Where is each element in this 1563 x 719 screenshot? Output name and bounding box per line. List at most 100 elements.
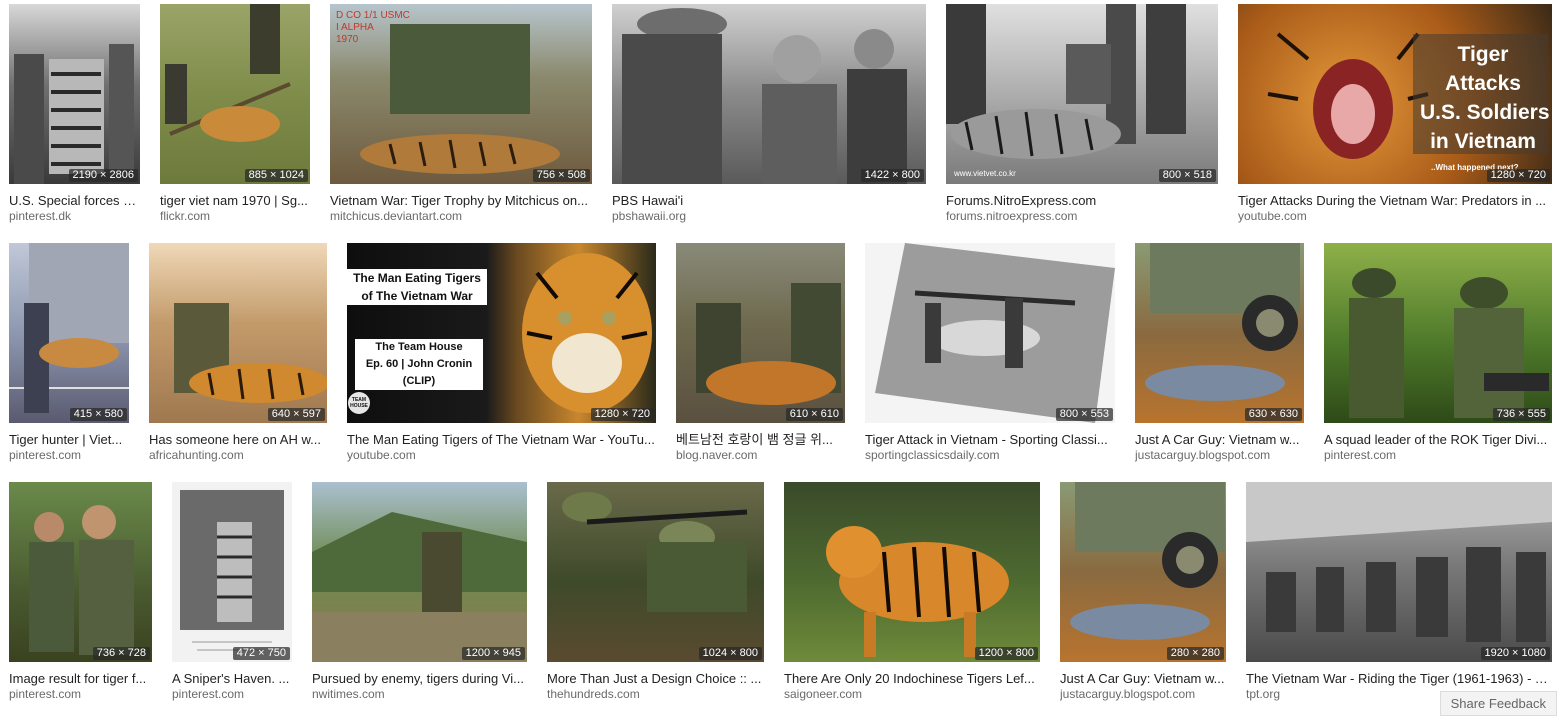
image-dimensions: 640 × 597 — [267, 408, 325, 421]
result-thumbnail[interactable]: 1024 × 800 — [547, 482, 764, 662]
usmc-stamp-text: D CO 1/1 USMC I ALPHA 1970 — [336, 10, 410, 45]
result-source[interactable]: flickr.com — [160, 209, 310, 223]
soldiers-tiger-kneel-image — [696, 283, 841, 405]
man-eating-title: The Man Eating Tigers of The Vietnam War — [347, 269, 487, 305]
result-title[interactable]: Forums.NitroExpress.com — [946, 193, 1218, 209]
tiger-skin-soldiers-image — [14, 44, 134, 184]
snipers-haven-photo — [180, 490, 284, 651]
image-dimensions: 1920 × 1080 — [1480, 647, 1550, 660]
sandbag-soldier-image — [312, 512, 527, 662]
vietnamese-soldiers-image — [622, 8, 907, 184]
soldiers-with-tiger-image — [946, 4, 1186, 159]
result-title[interactable]: Image result for tiger f... — [9, 671, 152, 687]
result-source[interactable]: justacarguy.blogspot.com — [1060, 687, 1226, 701]
result-source[interactable]: sportingclassicsdaily.com — [865, 448, 1115, 462]
result-title[interactable]: More Than Just a Design Choice :: ... — [547, 671, 764, 687]
result-title[interactable]: There Are Only 20 Indochinese Tigers Lef… — [784, 671, 1040, 687]
tiger-pole-carry-image — [875, 243, 1115, 423]
result-title[interactable]: Just A Car Guy: Vietnam w... — [1135, 432, 1304, 448]
image-dimensions: 885 × 1024 — [244, 169, 308, 182]
team-house-logo-text: TEAM HOUSE — [350, 397, 368, 409]
result-title[interactable]: U.S. Special forces s... — [9, 193, 140, 209]
tiger-carry-image — [165, 4, 291, 142]
image-dimensions: 1280 × 720 — [1486, 169, 1550, 182]
result-thumbnail[interactable]: 610 × 610 — [676, 243, 845, 423]
image-dimensions: 736 × 728 — [92, 647, 150, 660]
indochinese-tiger-image — [826, 526, 1009, 657]
result-source[interactable]: justacarguy.blogspot.com — [1135, 448, 1304, 462]
result-thumbnail[interactable]: The Man Eating Tigers of The Vietnam War… — [347, 243, 656, 423]
result-thumbnail[interactable]: 736 × 555 — [1324, 243, 1552, 423]
result-title[interactable]: A squad leader of the ROK Tiger Divi... — [1324, 432, 1552, 448]
result-title[interactable]: Just A Car Guy: Vietnam w... — [1060, 671, 1226, 687]
result-source[interactable]: pinterest.dk — [9, 209, 140, 223]
result-thumbnail[interactable]: 472 × 750 — [172, 482, 292, 662]
image-dimensions: 2190 × 2806 — [68, 169, 138, 182]
image-dimensions: 415 × 580 — [69, 408, 127, 421]
result-title[interactable]: Vietnam War: Tiger Trophy by Mitchicus o… — [330, 193, 592, 209]
jeep-tiger-image — [1070, 482, 1225, 640]
result-source[interactable]: thehundreds.com — [547, 687, 764, 701]
result-source[interactable]: mitchicus.deviantart.com — [330, 209, 592, 223]
result-source[interactable]: youtube.com — [347, 448, 656, 462]
jeep-tiger-image — [1145, 243, 1300, 401]
result-thumbnail[interactable]: 736 × 728 — [9, 482, 152, 662]
result-thumbnail[interactable]: 630 × 630 — [1135, 243, 1304, 423]
result-source[interactable]: pinterest.com — [9, 687, 152, 701]
result-thumbnail[interactable]: 1200 × 945 — [312, 482, 527, 662]
image-dimensions: 1422 × 800 — [860, 169, 924, 182]
result-thumbnail[interactable]: 415 × 580 — [9, 243, 129, 423]
result-source[interactable]: pinterest.com — [172, 687, 292, 701]
result-thumbnail[interactable]: Tiger Attacks U.S. Soldiers in Vietnam .… — [1238, 4, 1552, 184]
image-dimensions: 280 × 280 — [1166, 647, 1224, 660]
result-thumbnail[interactable]: 640 × 597 — [149, 243, 327, 423]
result-thumbnail[interactable]: 2190 × 2806 — [9, 4, 140, 184]
image-dimensions: 1200 × 800 — [974, 647, 1038, 660]
result-title[interactable]: Tiger Attack in Vietnam - Sporting Class… — [865, 432, 1115, 448]
result-title[interactable]: PBS Hawai'i — [612, 193, 926, 209]
soldiers-resting-field-image — [1246, 482, 1552, 642]
result-thumbnail[interactable]: D CO 1/1 USMC I ALPHA 1970 756 × 508 — [330, 4, 592, 184]
result-source[interactable]: africahunting.com — [149, 448, 327, 462]
result-source[interactable]: pbshawaii.org — [612, 209, 926, 223]
result-thumbnail[interactable]: www.vietvet.co.kr 800 × 518 — [946, 4, 1218, 184]
result-thumbnail[interactable]: 280 × 280 — [1060, 482, 1226, 662]
result-title[interactable]: A Sniper's Haven. ... — [172, 671, 292, 687]
result-source[interactable]: saigoneer.com — [784, 687, 1040, 701]
result-thumbnail[interactable]: 1920 × 1080 — [1246, 482, 1552, 662]
result-source[interactable]: forums.nitroexpress.com — [946, 209, 1218, 223]
rok-squad-leader-image — [1349, 268, 1549, 418]
result-title[interactable]: The Man Eating Tigers of The Vietnam War… — [347, 432, 656, 448]
results-row-1: 2190 × 2806 U.S. Special forces s... pin… — [0, 4, 1563, 224]
team-house-text: The Team House Ep. 60 | John Cronin (CLI… — [355, 339, 483, 390]
result-source[interactable]: nwitimes.com — [312, 687, 527, 701]
result-source[interactable]: blog.naver.com — [676, 448, 845, 462]
result-title[interactable]: Pursued by enemy, tigers during Vi... — [312, 671, 527, 687]
two-soldiers-image — [29, 505, 134, 655]
vietvet-watermark: www.vietvet.co.kr — [954, 169, 1016, 178]
image-dimensions: 610 × 610 — [785, 408, 843, 421]
image-dimensions: 1280 × 720 — [590, 408, 654, 421]
image-dimensions: 736 × 555 — [1492, 408, 1550, 421]
result-thumbnail[interactable]: 1200 × 800 — [784, 482, 1040, 662]
image-dimensions: 756 × 508 — [532, 169, 590, 182]
image-dimensions: 800 × 518 — [1158, 169, 1216, 182]
results-row-2: 415 × 580 Tiger hunter | Viet... pintere… — [0, 243, 1563, 463]
soldier-with-tiger-image — [174, 303, 327, 403]
result-title[interactable]: tiger viet nam 1970 | Sg... — [160, 193, 310, 209]
result-title[interactable]: 베트남전 호랑이 뱀 정글 위... — [676, 432, 845, 448]
tiger-attacks-title: Tiger Attacks U.S. Soldiers in Vietnam — [1420, 43, 1550, 153]
result-source[interactable]: pinterest.com — [9, 448, 129, 462]
tiger-hunter-ship-image — [9, 243, 129, 413]
result-title[interactable]: The Vietnam War - Riding the Tiger (1961… — [1246, 671, 1552, 687]
result-title[interactable]: Tiger Attacks During the Vietnam War: Pr… — [1238, 193, 1552, 209]
image-dimensions: 630 × 630 — [1244, 408, 1302, 421]
result-source[interactable]: youtube.com — [1238, 209, 1552, 223]
result-thumbnail[interactable]: 885 × 1024 — [160, 4, 310, 184]
share-feedback-button[interactable]: Share Feedback — [1439, 691, 1557, 716]
result-title[interactable]: Has someone here on AH w... — [149, 432, 327, 448]
result-source[interactable]: pinterest.com — [1324, 448, 1552, 462]
result-title[interactable]: Tiger hunter | Viet... — [9, 432, 129, 448]
result-thumbnail[interactable]: 800 × 553 — [865, 243, 1115, 423]
result-thumbnail[interactable]: 1422 × 800 — [612, 4, 926, 184]
